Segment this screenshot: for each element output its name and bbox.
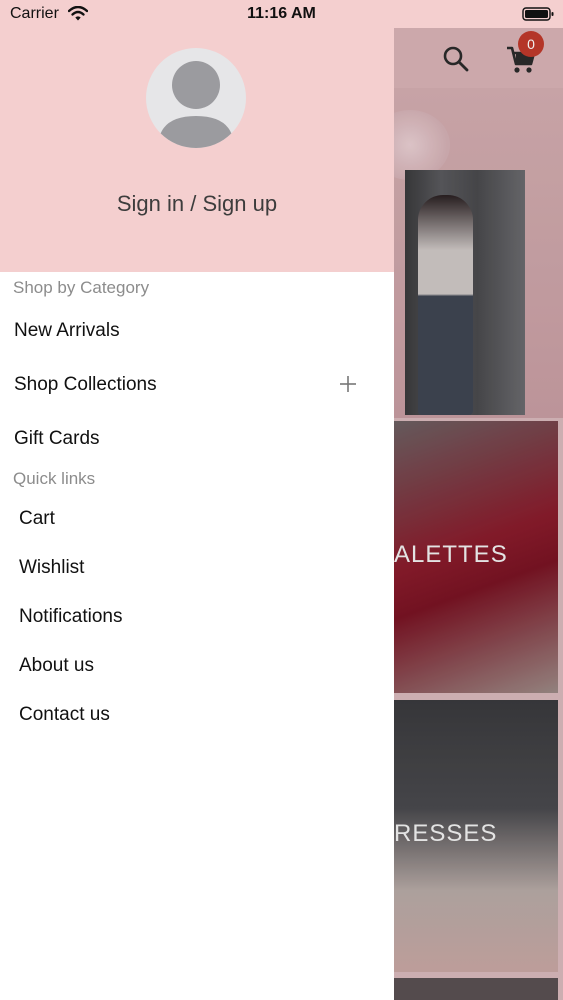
navigation-drawer: Sign in / Sign up Shop by Category New A… [0, 28, 394, 1000]
menu-item-notifications[interactable]: Notifications [0, 595, 394, 639]
avatar[interactable] [146, 48, 246, 148]
menu-item-label: Gift Cards [14, 428, 100, 449]
menu-item-about-us[interactable]: About us [0, 644, 394, 688]
menu-item-label: Wishlist [19, 557, 85, 578]
menu-item-label: New Arrivals [14, 320, 120, 341]
battery-icon [522, 7, 554, 21]
menu-item-gift-cards[interactable]: Gift Cards [0, 417, 394, 461]
menu-item-label: Notifications [19, 606, 123, 627]
menu-item-shop-collections[interactable]: Shop Collections [0, 363, 394, 407]
menu-item-label: Contact us [19, 704, 110, 725]
dim-overlay[interactable] [394, 28, 563, 1000]
sign-in-link[interactable]: Sign in / Sign up [0, 191, 394, 217]
expand-plus-icon[interactable] [338, 374, 358, 394]
menu-item-label: Cart [19, 508, 55, 529]
menu-item-new-arrivals[interactable]: New Arrivals [0, 309, 394, 353]
status-bar: Carrier 11:16 AM [0, 0, 563, 28]
menu-item-contact-us[interactable]: Contact us [0, 693, 394, 737]
status-time: 11:16 AM [247, 5, 316, 22]
user-silhouette-icon [158, 61, 234, 148]
drawer-header: Sign in / Sign up [0, 28, 394, 272]
section-label-quick-links: Quick links [13, 469, 96, 488]
menu-item-cart[interactable]: Cart [0, 497, 394, 541]
section-label-shop-by-category: Shop by Category [13, 278, 150, 297]
menu-item-wishlist[interactable]: Wishlist [0, 546, 394, 590]
menu-item-label: Shop Collections [14, 374, 157, 395]
menu-item-label: About us [19, 655, 94, 676]
